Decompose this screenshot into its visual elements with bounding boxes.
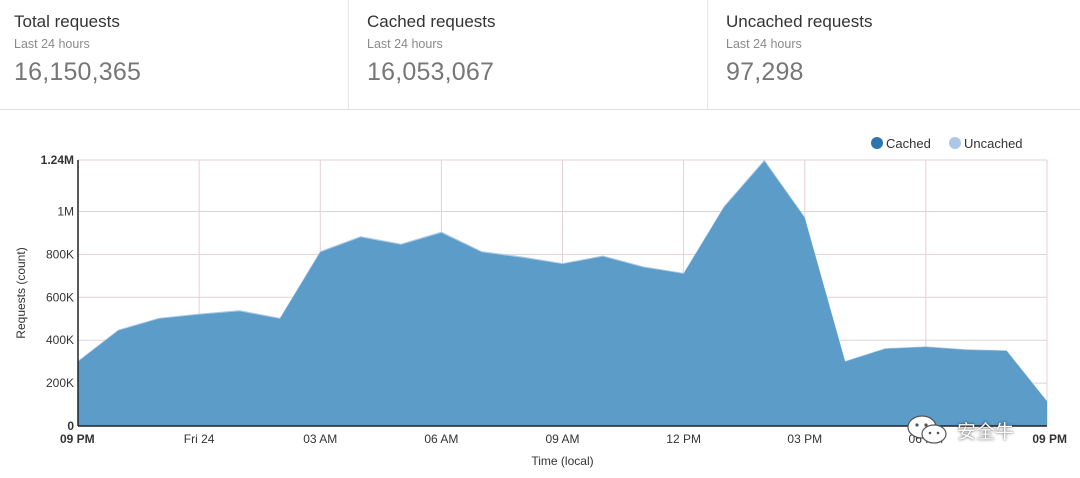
legend-label-uncached[interactable]: Uncached <box>964 136 1023 151</box>
y-tick-label: 0 <box>67 419 74 433</box>
stat-value: 16,150,365 <box>14 58 142 86</box>
x-tick-label: 09 AM <box>545 432 579 446</box>
stat-subtitle: Last 24 hours <box>14 37 90 51</box>
wechat-icon <box>907 415 947 444</box>
x-axis-title: Time (local) <box>531 454 593 468</box>
stat-cached-requests[interactable]: Cached requests Last 24 hours 16,053,067 <box>349 0 708 110</box>
stat-title: Cached requests <box>367 12 496 31</box>
stat-subtitle: Last 24 hours <box>726 37 802 51</box>
legend-marker-cached[interactable] <box>871 137 883 149</box>
x-tick-label: 12 PM <box>666 432 701 446</box>
y-axis-title: Requests (count) <box>14 247 28 338</box>
watermark-text: 安全牛 <box>957 420 1015 443</box>
y-tick-label: 400K <box>46 333 74 347</box>
y-tick-label: 1M <box>57 204 74 218</box>
stat-title: Uncached requests <box>726 12 873 31</box>
stat-title: Total requests <box>14 12 120 31</box>
watermark: 安全牛 <box>905 412 1014 448</box>
y-tick-label: 600K <box>46 290 74 304</box>
stat-value: 16,053,067 <box>367 58 495 86</box>
stat-total-requests[interactable]: Total requests Last 24 hours 16,150,365 <box>0 0 349 110</box>
x-tick-label: 03 AM <box>303 432 337 446</box>
legend-label-cached[interactable]: Cached <box>886 136 931 151</box>
stats-bar: Total requests Last 24 hours 16,150,365 … <box>0 0 1080 110</box>
x-tick-label: 03 PM <box>787 432 822 446</box>
x-tick-label: 06 AM <box>424 432 458 446</box>
y-tick-label: 800K <box>46 247 74 261</box>
y-tick-label: 200K <box>46 376 74 390</box>
x-tick-label: 09 PM <box>1032 432 1067 446</box>
x-tick-label: 09 PM <box>60 432 95 446</box>
stat-subtitle: Last 24 hours <box>367 37 443 51</box>
x-tick-label: Fri 24 <box>184 432 215 446</box>
stat-value: 97,298 <box>726 58 804 86</box>
y-tick-label: 1.24M <box>41 153 74 167</box>
stat-uncached-requests[interactable]: Uncached requests Last 24 hours 97,298 <box>708 0 1080 110</box>
legend-marker-uncached[interactable] <box>949 137 961 149</box>
